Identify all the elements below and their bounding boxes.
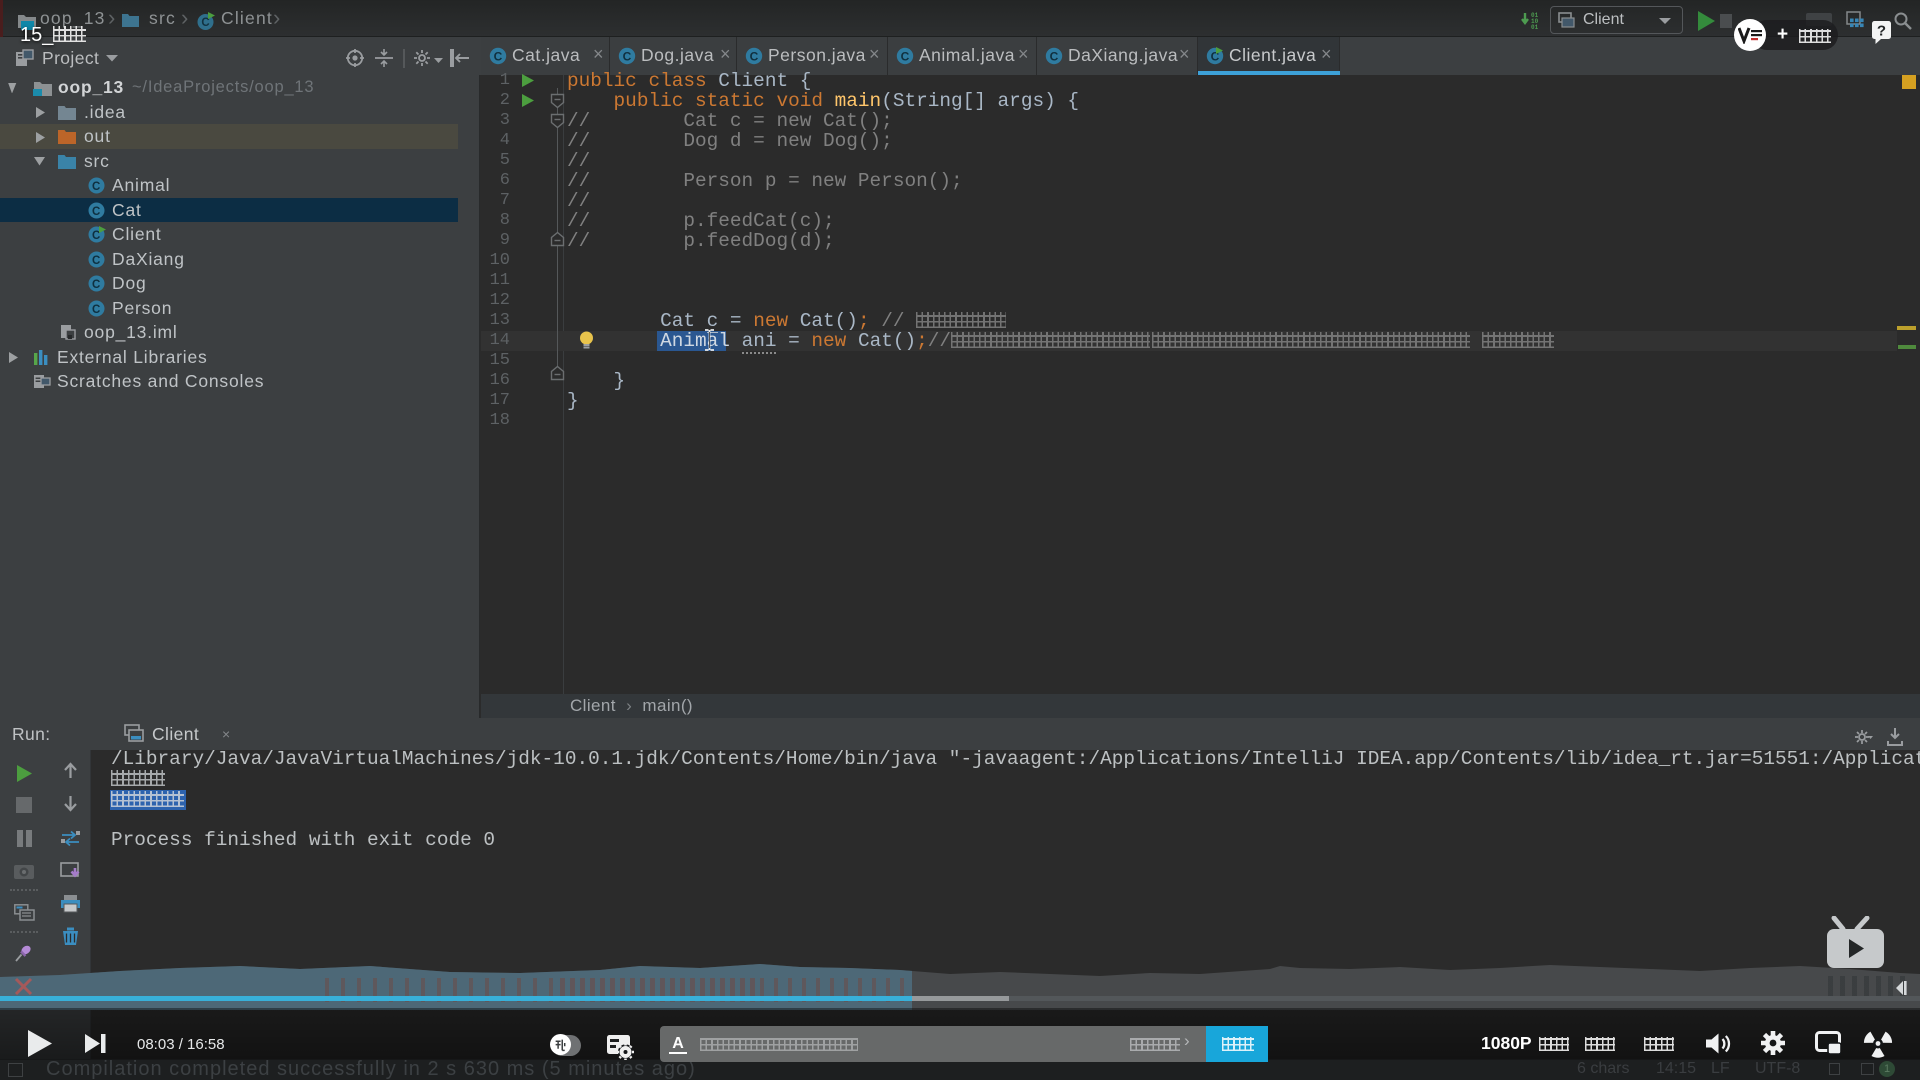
svg-text:C: C	[750, 49, 759, 63]
svg-text:C: C	[1050, 49, 1059, 63]
svg-text:C: C	[494, 49, 503, 63]
svg-text:01: 01	[1531, 24, 1539, 31]
svg-text:C: C	[92, 279, 101, 291]
svg-text:C: C	[92, 181, 101, 193]
svg-text:C: C	[92, 206, 101, 218]
svg-text:C: C	[201, 17, 209, 29]
svg-text:?: ?	[1877, 23, 1886, 40]
svg-text:C: C	[901, 49, 910, 63]
svg-text:C: C	[92, 255, 101, 267]
svg-text:C: C	[92, 304, 101, 316]
svg-text:C: C	[623, 49, 632, 63]
